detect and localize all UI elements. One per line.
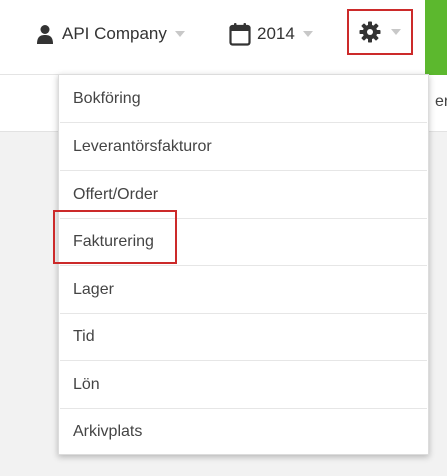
menu-item-label: Arkivplats (73, 422, 143, 440)
chevron-down-icon (302, 31, 313, 37)
settings-dropdown-menu: Bokföring Leverantörsfakturor Offert/Ord… (58, 74, 429, 455)
chevron-down-icon (174, 31, 185, 37)
settings-button[interactable] (347, 9, 413, 55)
menu-item-arkivplats[interactable]: Arkivplats (60, 408, 427, 455)
menu-item-label: Leverantörsfakturor (73, 137, 212, 155)
menu-item-fakturering[interactable]: Fakturering (60, 218, 427, 265)
menu-item-label: Lön (73, 375, 100, 393)
calendar-icon (229, 22, 251, 46)
menu-item-bokforing[interactable]: Bokföring (60, 75, 427, 122)
menu-item-offert-order[interactable]: Offert/Order (60, 171, 427, 218)
company-label: API Company (62, 24, 167, 43)
menu-item-label: Bokföring (73, 89, 141, 107)
menu-item-lon[interactable]: Lön (60, 361, 427, 408)
menu-item-label: Fakturering (73, 232, 154, 250)
gear-icon (359, 21, 381, 43)
menu-item-leverantorsfakturor[interactable]: Leverantörsfakturor (60, 123, 427, 170)
company-selector[interactable]: API Company (36, 22, 185, 46)
menu-item-label: Lager (73, 280, 114, 298)
menu-item-label: Tid (73, 327, 95, 345)
year-selector[interactable]: 2014 (229, 22, 313, 46)
year-label: 2014 (257, 24, 295, 43)
subbar-partial-text: er (435, 93, 447, 110)
menu-item-tid[interactable]: Tid (60, 313, 427, 360)
accent-strip (425, 0, 447, 75)
user-icon (36, 24, 54, 44)
menu-item-lager[interactable]: Lager (60, 266, 427, 313)
menu-item-label: Offert/Order (73, 185, 159, 203)
chevron-down-icon (391, 29, 401, 35)
